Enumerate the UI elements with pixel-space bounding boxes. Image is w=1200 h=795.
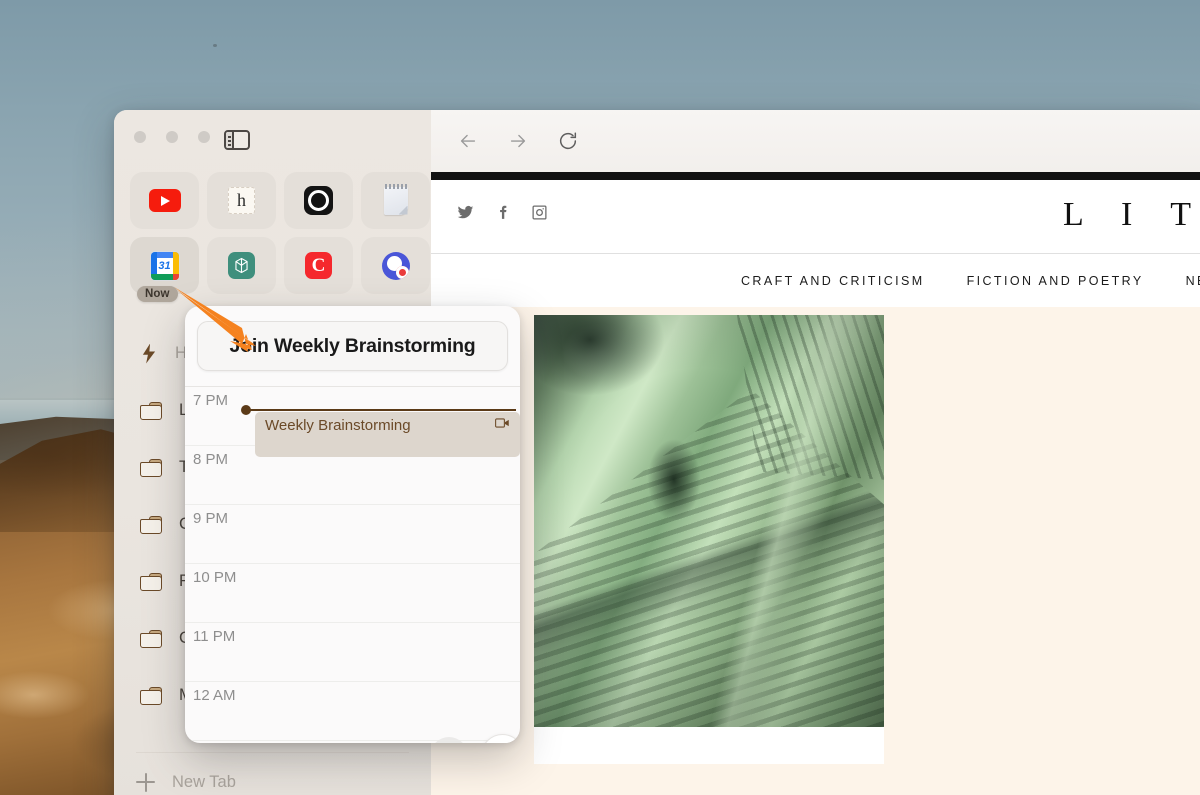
popover-action-buttons: [185, 684, 520, 743]
instagram-icon[interactable]: [531, 204, 548, 226]
hour-row-10pm[interactable]: 10 PM: [185, 564, 520, 623]
sidebar-toggle-icon[interactable]: [224, 130, 250, 150]
hour-label: 7 PM: [193, 392, 229, 409]
twitter-icon[interactable]: [457, 204, 474, 226]
content-pane: L I T CRAFT AND CRITICISM FICTION AND PO…: [431, 110, 1200, 795]
hour-row-7pm[interactable]: 7 PM Weekly Brainstorming: [185, 387, 520, 457]
video-camera-icon[interactable]: [495, 417, 510, 429]
back-button[interactable]: [455, 128, 481, 154]
letter-h-icon: h: [228, 187, 255, 214]
add-event-button[interactable]: [481, 734, 520, 743]
hour-label: 9 PM: [193, 510, 229, 527]
nav-link-craft-and-criticism[interactable]: CRAFT AND CRITICISM: [741, 274, 925, 288]
minimize-button[interactable]: [166, 131, 178, 143]
site-title: L I T: [1063, 196, 1200, 233]
sidebar-divider: [136, 752, 409, 753]
folder-icon: [140, 401, 162, 420]
pinned-app-grid: h 31 Now C: [130, 172, 430, 302]
hour-row-9pm[interactable]: 9 PM: [185, 505, 520, 564]
hour-row-11pm[interactable]: 11 PM: [185, 623, 520, 682]
reload-button[interactable]: [555, 128, 581, 154]
social-links: [457, 204, 548, 226]
app-tile-youtube[interactable]: [130, 172, 199, 229]
hour-label: 8 PM: [193, 451, 229, 468]
lightning-bolt-icon: [142, 343, 156, 364]
black-ring-icon: [304, 186, 333, 215]
youtube-icon: [148, 189, 181, 212]
red-c-icon: C: [305, 252, 332, 279]
site-nav: CRAFT AND CRITICISM FICTION AND POETRY N…: [431, 254, 1200, 307]
calendar-31-icon: 31: [150, 251, 179, 280]
hour-label: 10 PM: [193, 569, 237, 586]
blue-red-circle-icon: [381, 251, 410, 280]
folder-icon: [140, 629, 162, 648]
app-tile-ring[interactable]: [284, 172, 353, 229]
chatgpt-icon: [228, 252, 255, 279]
site-top-bar: [431, 172, 1200, 180]
app-tile-chatgpt[interactable]: [207, 237, 276, 294]
folder-icon: [140, 458, 162, 477]
folder-icon: [140, 515, 162, 534]
hour-label: 11 PM: [193, 628, 236, 645]
window-traffic-lights: [134, 131, 210, 143]
gear-icon[interactable]: [430, 736, 468, 743]
article-body: [431, 307, 1200, 795]
app-tile-cron[interactable]: C: [284, 237, 353, 294]
nav-link-news[interactable]: NEWS: [1186, 274, 1200, 288]
now-badge: Now: [137, 286, 178, 302]
current-time-line: [245, 409, 516, 411]
folder-icon: [140, 686, 162, 705]
close-button[interactable]: [134, 131, 146, 143]
forward-button[interactable]: [505, 128, 531, 154]
zoom-button[interactable]: [198, 131, 210, 143]
folder-icon: [140, 572, 162, 591]
facebook-icon[interactable]: [494, 204, 511, 226]
join-meeting-button[interactable]: Join Weekly Brainstorming: [197, 321, 508, 371]
wallpaper-bird-speck: [213, 44, 217, 47]
event-title: Weekly Brainstorming: [265, 417, 411, 434]
new-tab-label: New Tab: [172, 772, 236, 791]
new-tab-button[interactable]: New Tab: [136, 762, 236, 795]
article-hero-image: [534, 315, 884, 727]
plus-icon: [136, 772, 155, 792]
article-image-caption-band: [534, 727, 884, 764]
site-header: L I T: [431, 180, 1200, 253]
app-tile-hypothesis[interactable]: h: [207, 172, 276, 229]
calendar-popover: Join Weekly Brainstorming 7 PM Weekly Br…: [185, 306, 520, 743]
app-tile-target[interactable]: [361, 237, 430, 294]
notepad-icon: [383, 183, 408, 215]
app-tile-notes[interactable]: [361, 172, 430, 229]
browser-toolbar: [431, 110, 1200, 172]
hour-row-8pm[interactable]: 8 PM: [185, 446, 520, 505]
app-tile-google-calendar[interactable]: 31 Now: [130, 237, 199, 302]
nav-link-fiction-and-poetry[interactable]: FICTION AND POETRY: [967, 274, 1144, 288]
